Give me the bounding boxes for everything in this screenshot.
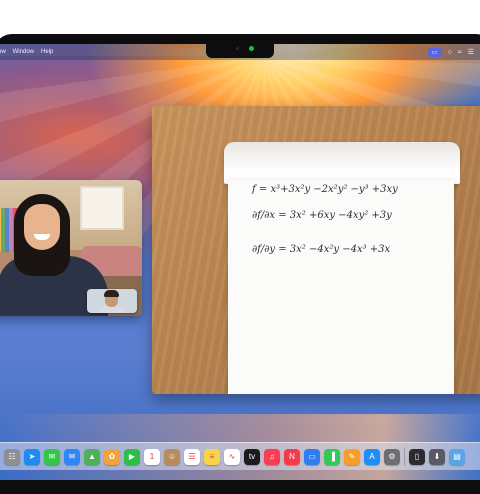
menu-bar-status-area: ▭ ○ ≈ ☰ <box>427 44 480 60</box>
mail-icon[interactable]: ✉ <box>64 448 80 465</box>
pages-icon[interactable]: ✎ <box>344 448 360 465</box>
safari-icon[interactable]: ➤ <box>24 448 40 465</box>
camera-notch <box>206 42 274 58</box>
tv-icon[interactable]: tv <box>244 448 260 465</box>
menu-item-help[interactable]: Help <box>41 49 53 55</box>
system-settings-icon[interactable]: ⚙ <box>384 448 400 465</box>
iphone-mirroring-icon[interactable]: ▯ <box>409 448 425 465</box>
facetime-icon[interactable]: ▶ <box>124 448 140 465</box>
freeform-icon[interactable]: ∿ <box>224 448 240 465</box>
launchpad-icon[interactable]: ☷ <box>4 448 20 465</box>
equation-function: f = x³+3x²y −2x²y² −y³ +3xy <box>252 184 398 195</box>
dock: ☷ ➤ ✉ ✉ ▲ ✿ ▶ 1 ☺ ☰ ≡ ∿ tv ♫ N ▭ ▐ ✎ A ⚙ ▯ ⬇ ▤ <box>0 442 480 470</box>
menu-item-view[interactable]: ow <box>0 49 6 55</box>
downloads-icon[interactable]: ⬇ <box>429 448 445 465</box>
music-icon[interactable]: ♫ <box>264 448 280 465</box>
control-center-icon[interactable]: ☰ <box>468 49 474 56</box>
reminders-icon[interactable]: ☰ <box>184 448 200 465</box>
keynote-icon[interactable]: ▭ <box>304 448 320 465</box>
equation-partial-x: ∂f/∂x = 3x² +6xy −4xy² +3y <box>252 210 392 221</box>
camera-lens-icon <box>236 47 239 50</box>
product-image-frame: ow Window Help ▭ ○ ≈ ☰ f = x³+3x²y <box>0 0 480 494</box>
photos-icon[interactable]: ✿ <box>104 448 120 465</box>
contacts-icon[interactable]: ☺ <box>164 448 180 465</box>
equation-partial-y: ∂f/∂y = 3x² −4x²y −4x³ +3x <box>252 244 391 255</box>
wifi-icon[interactable]: ≈ <box>458 49 462 56</box>
notes-icon[interactable]: ≡ <box>204 448 220 465</box>
app-store-icon[interactable]: A <box>364 448 380 465</box>
numbers-icon[interactable]: ▐ <box>324 448 340 465</box>
desk-view-window[interactable]: f = x³+3x²y −2x²y² −y³ +3xy ∂f/∂x = 3x² … <box>152 106 480 394</box>
dock-separator <box>404 447 405 466</box>
news-icon[interactable]: N <box>284 448 300 465</box>
calendar-icon[interactable]: 1 <box>144 448 160 465</box>
notepad-binding <box>224 142 460 184</box>
maps-icon[interactable]: ▲ <box>84 448 100 465</box>
folder-icon[interactable]: ▤ <box>449 448 465 465</box>
notepad-page: f = x³+3x²y −2x²y² −y³ +3xy ∂f/∂x = 3x² … <box>228 180 454 394</box>
messages-icon[interactable]: ✉ <box>44 448 60 465</box>
menu-item-window[interactable]: Window <box>13 49 34 55</box>
screen-sharing-icon[interactable]: ▭ <box>427 47 442 57</box>
self-view-tile[interactable] <box>87 289 137 313</box>
search-icon[interactable]: ○ <box>448 49 452 56</box>
camera-active-indicator <box>249 46 254 51</box>
